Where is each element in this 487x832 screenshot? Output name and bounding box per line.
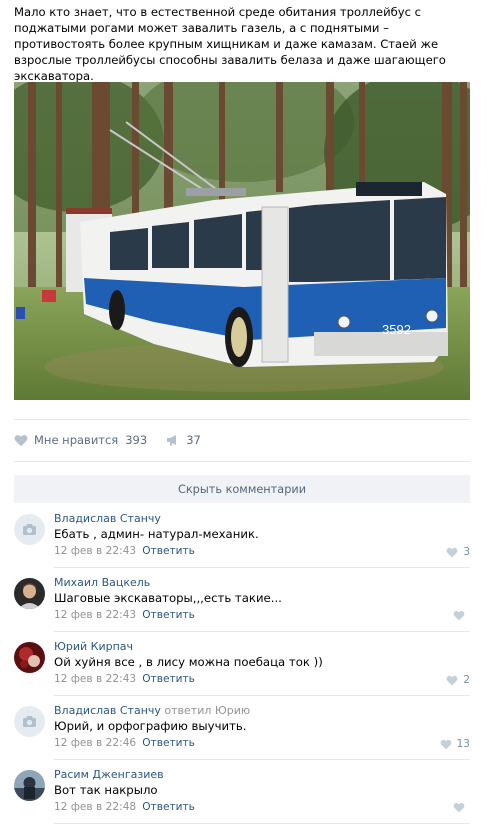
comment-like-count: 2	[463, 674, 470, 686]
comment-like-button[interactable]: 13	[440, 738, 470, 750]
reply-link[interactable]: Ответить	[142, 609, 195, 621]
comment-divider	[54, 823, 470, 824]
comment-text: Шаговые экскаваторы,,,есть такие...	[54, 591, 282, 605]
comment-date[interactable]: 12 фев в 22:43	[54, 673, 136, 685]
comment-meta: 12 фев в 22:48 Ответить	[54, 801, 195, 813]
reply-link[interactable]: Ответить	[142, 545, 195, 557]
share-button[interactable]: 37	[166, 433, 201, 447]
like-button[interactable]: Мне нравится 393	[14, 433, 147, 447]
hide-comments-button[interactable]: Скрыть комментарии	[14, 475, 470, 503]
heart-icon	[453, 802, 465, 813]
post-divider	[14, 419, 470, 420]
avatar[interactable]	[14, 706, 45, 737]
comment-author[interactable]: Владислав Станчу ответил Юрию	[54, 704, 250, 717]
comment-like-button[interactable]: 2	[446, 674, 470, 686]
comment-like-button[interactable]	[453, 802, 470, 813]
comment-like-count: 13	[456, 738, 470, 750]
reply-link[interactable]: Ответить	[142, 801, 195, 813]
heart-icon	[446, 675, 458, 685]
user-photo	[14, 578, 45, 609]
heart-icon	[14, 434, 28, 446]
comment-divider	[54, 567, 470, 568]
heart-icon	[453, 610, 465, 621]
comment-divider	[54, 759, 470, 760]
comment-text: Ебать , админ- натурал-механик.	[54, 527, 259, 541]
comment-like-button[interactable]: 3	[446, 546, 470, 558]
user-photo	[14, 770, 45, 801]
actions-divider	[14, 461, 470, 462]
camera-placeholder-icon	[14, 514, 45, 545]
comment-author[interactable]: Михаил Вацкель	[54, 576, 150, 589]
user-photo	[14, 642, 45, 673]
avatar[interactable]	[14, 514, 45, 545]
comment-like-count: 3	[463, 546, 470, 558]
camera-placeholder-icon	[14, 706, 45, 737]
comment-date[interactable]: 12 фев в 22:43	[54, 609, 136, 621]
like-count: 393	[125, 433, 148, 447]
comment-meta: 12 фев в 22:43 Ответить	[54, 673, 195, 685]
avatar[interactable]	[14, 642, 45, 673]
comment-meta: 12 фев в 22:43 Ответить	[54, 545, 195, 557]
share-count: 37	[186, 433, 201, 447]
megaphone-icon	[167, 435, 177, 446]
comment-meta: 12 фев в 22:46 Ответить	[54, 737, 195, 749]
reply-link[interactable]: Ответить	[142, 673, 195, 685]
like-label: Мне нравится	[34, 433, 119, 447]
comment-author[interactable]: Расим Дженгазиев	[54, 768, 164, 781]
post-photo[interactable]: 3592	[14, 82, 470, 400]
trolleybus-photo: 3592	[14, 82, 470, 400]
comment-author[interactable]: Юрий Кирпач	[54, 640, 133, 653]
comment-text: Ой хуйня все , в лису можна поебаца ток …	[54, 655, 323, 669]
heart-icon	[440, 739, 452, 749]
comment-date[interactable]: 12 фев в 22:46	[54, 737, 136, 749]
comment-meta: 12 фев в 22:43 Ответить	[54, 609, 195, 621]
avatar[interactable]	[14, 770, 45, 801]
post-actions: Мне нравится 393 37	[14, 430, 201, 450]
comment-date[interactable]: 12 фев в 22:43	[54, 545, 136, 557]
post-text: Мало кто знает, что в естественной среде…	[14, 5, 446, 83]
bus-number: 3592	[382, 322, 411, 337]
comment-text: Юрий, и орфографию выучить.	[54, 719, 247, 733]
comment-author[interactable]: Владислав Станчу	[54, 512, 161, 525]
comment-divider	[54, 631, 470, 632]
comment-divider	[54, 695, 470, 696]
reply-to-label: ответил Юрию	[164, 704, 251, 717]
comment-date[interactable]: 12 фев в 22:48	[54, 801, 136, 813]
heart-icon	[446, 547, 458, 557]
reply-link[interactable]: Ответить	[142, 737, 195, 749]
comment-like-button[interactable]	[453, 610, 470, 621]
comment-text: Вот так накрыло	[54, 783, 158, 797]
avatar[interactable]	[14, 578, 45, 609]
